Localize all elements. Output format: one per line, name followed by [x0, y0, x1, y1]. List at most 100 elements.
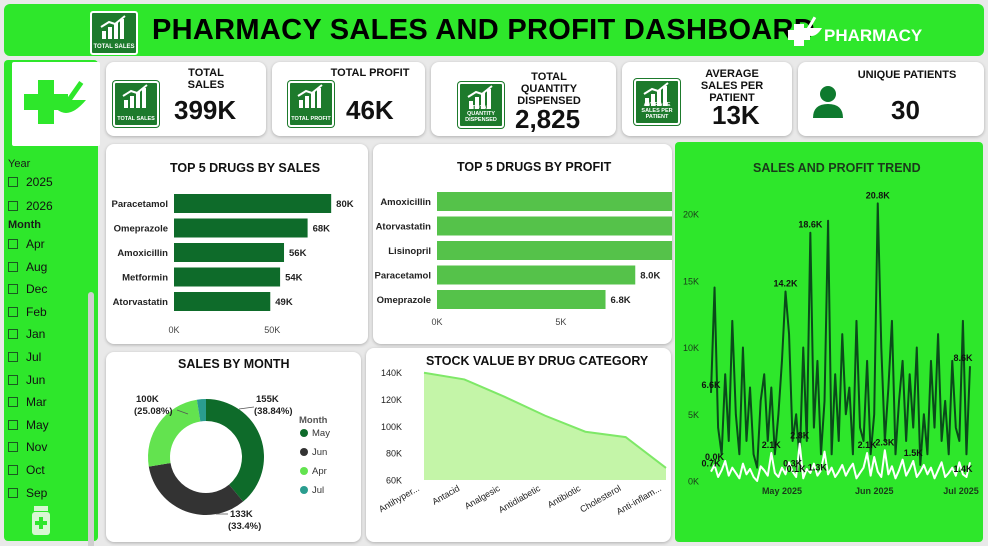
header-bar: TOTAL SALES PHARMACY SALES AND PROFIT DA… [4, 4, 984, 56]
checkbox[interactable] [8, 201, 18, 211]
bar[interactable] [437, 216, 672, 236]
pharmacy-brand: PHARMACY [786, 14, 922, 53]
month-option-label: Oct [26, 463, 45, 477]
bar[interactable] [437, 192, 672, 211]
month-option-dec[interactable]: Dec [8, 281, 47, 297]
chart-up-icon: TOTAL SALES [113, 81, 159, 127]
month-option-label: Jun [26, 372, 46, 387]
bar[interactable] [174, 194, 332, 213]
x-tick-label: 0K [431, 317, 442, 327]
pie-slice[interactable] [148, 462, 244, 515]
pharmacy-cross-icon [24, 80, 86, 124]
month-option-feb[interactable]: Feb [8, 304, 47, 320]
checkbox[interactable] [8, 465, 18, 475]
checkbox[interactable] [8, 397, 18, 408]
checkbox[interactable] [8, 352, 18, 362]
checkbox[interactable] [8, 329, 18, 340]
total-sales-logo: TOTAL SALES [90, 11, 138, 55]
month-option-nov[interactable]: Nov [8, 439, 47, 455]
sidebar: Year 2025 2026 Month Apr Aug Dec Feb Jan Jul J… [4, 60, 100, 546]
checkbox[interactable] [8, 442, 18, 453]
checkbox[interactable] [8, 306, 18, 317]
checkbox[interactable] [8, 284, 18, 295]
x-tick-label: Jun 2025 [855, 486, 894, 496]
bar[interactable] [174, 267, 281, 287]
series-line[interactable] [710, 442, 971, 482]
data-label: 20.8K [866, 190, 891, 200]
x-tick-label: 50K [264, 325, 280, 335]
checkbox[interactable] [8, 374, 18, 385]
legend-label[interactable]: Jul [312, 485, 324, 496]
month-option-oct[interactable]: Oct [8, 462, 45, 478]
year-option-2025[interactable]: 2025 [8, 174, 53, 190]
top5-profit-chart: Amoxicillin11.2KAtorvastatin9.9KLisinopr… [374, 192, 672, 327]
bar[interactable] [437, 265, 636, 285]
slice-pct-label: (33.4%) [228, 521, 261, 532]
month-option-label: Jul [26, 350, 42, 364]
legend-title: Month [299, 415, 328, 426]
data-label: 80K [336, 199, 354, 210]
bar[interactable] [174, 218, 308, 238]
data-label: 2.1K [858, 440, 878, 450]
top5-sales-chart: Paracetamol 80K Omeprazole 68K Amoxicillin 56… [111, 194, 354, 335]
sidebar-scrollbar[interactable] [88, 292, 94, 546]
y-tick-label: 60K [386, 476, 402, 486]
data-label: 8.6K [953, 353, 973, 363]
top5-profit-card: TOP 5 DRUGS BY PROFIT Amoxicillin11.2KAt… [373, 144, 672, 344]
month-option-aug[interactable]: Aug [8, 259, 47, 275]
checkbox[interactable] [8, 177, 18, 187]
month-option-apr[interactable]: Apr [8, 236, 45, 252]
category-label: Metformin [122, 273, 168, 284]
y-tick-label: 120K [381, 395, 402, 405]
sidebar-logo [12, 62, 100, 146]
kpi-value: 399K [174, 95, 237, 125]
month-option-label: Sep [26, 485, 48, 500]
category-label: Amoxicillin [117, 248, 168, 259]
kpi-average-sales: AVERAGE SALES PER PATIENT AVERAGE SALES … [622, 62, 792, 136]
legend-label[interactable]: Apr [312, 466, 327, 477]
month-option-label: Dec [26, 282, 48, 297]
month-option-label: Feb [26, 304, 47, 319]
mortar-cross-icon [788, 16, 822, 46]
legend-label[interactable]: Jun [312, 447, 327, 458]
category-label: Omeprazole [114, 224, 168, 235]
bar[interactable] [437, 290, 606, 309]
month-option-mar[interactable]: Mar [8, 394, 47, 410]
stock-value-card: STOCK VALUE BY DRUG CATEGORY 60K 80K 100K 1… [366, 348, 671, 542]
slice-value-label: 133K [230, 509, 253, 520]
leader-line [238, 406, 255, 410]
month-option-jun[interactable]: Jun [8, 372, 45, 388]
kpi-unique-patients: UNIQUE PATIENTS 30 [798, 62, 984, 136]
series-line[interactable] [710, 202, 971, 469]
data-label: 8.0K [640, 271, 660, 282]
kpi-total-sales: TOTAL SALES TOTAL SALES 399K [106, 62, 266, 136]
category-label: Atorvastatin [113, 297, 169, 308]
x-tick-label: 0K [168, 325, 179, 335]
chart-up-icon [100, 15, 126, 39]
checkbox[interactable] [8, 261, 18, 272]
month-option-sep[interactable]: Sep [8, 485, 47, 501]
month-option-label: Nov [26, 440, 48, 455]
stock-value-chart: 60K80K100K120K140KAntihyper... Antacid Ana… [377, 368, 667, 517]
slice-pct-label: (38.84%) [254, 406, 293, 417]
y-tick-label: 0K [688, 477, 699, 487]
checkbox[interactable] [8, 487, 18, 498]
month-slicer-label: Month [8, 219, 41, 231]
legend-label[interactable]: May [312, 428, 330, 439]
chart-up-icon: TOTAL PROFIT [288, 81, 334, 127]
data-label: 18.6K [798, 220, 823, 230]
category-label: Omeprazole [377, 295, 431, 306]
month-option-jul[interactable]: Jul [8, 349, 41, 365]
month-option-jan[interactable]: Jan [8, 326, 45, 342]
year-option-2026[interactable]: 2026 [8, 198, 53, 214]
data-label: 0.1K [787, 464, 807, 474]
month-option-may[interactable]: May [8, 417, 49, 433]
legend-swatch [300, 486, 308, 494]
pill-bottle-icon [32, 506, 50, 535]
kpi-label: AVERAGE SALES PER PATIENT [700, 68, 764, 104]
bar[interactable] [174, 292, 271, 311]
checkbox[interactable] [8, 419, 18, 430]
bar[interactable] [174, 243, 285, 262]
bar[interactable] [437, 241, 672, 260]
checkbox[interactable] [8, 239, 18, 249]
